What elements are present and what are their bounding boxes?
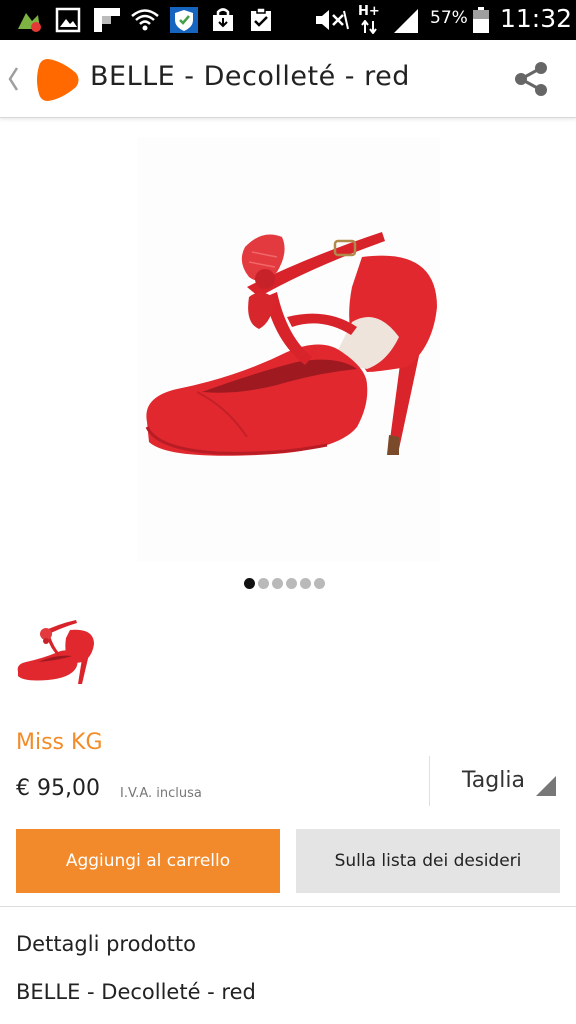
share-icon[interactable] (512, 60, 550, 98)
pager-dot[interactable] (272, 578, 283, 589)
product-price: € 95,00 (16, 776, 100, 801)
clipboard-check-icon (251, 7, 271, 31)
shield-icon (170, 7, 198, 33)
product-thumbnail[interactable] (12, 602, 96, 704)
network-type-label: H+ (358, 4, 380, 19)
data-arrows-icon (361, 20, 377, 34)
divider (429, 756, 430, 806)
pager-dot[interactable] (314, 578, 325, 589)
wishlist-label: Sulla lista dei desideri (334, 851, 522, 871)
size-selector[interactable]: Taglia (440, 760, 562, 804)
wishlist-button[interactable]: Sulla lista dei desideri (296, 829, 560, 893)
pager-dot[interactable] (300, 578, 311, 589)
app-notification-icon (18, 13, 41, 32)
brand-link[interactable]: Miss KG (16, 730, 103, 755)
divider (0, 906, 576, 907)
pager-dot[interactable] (258, 578, 269, 589)
size-selector-label: Taglia (462, 768, 525, 793)
zalando-logo[interactable] (34, 57, 82, 103)
page-title: BELLE - Decolleté - red (90, 61, 410, 92)
image-pager[interactable] (244, 578, 325, 592)
app-bar: BELLE - Decolleté - red (0, 40, 576, 118)
network-type-indicator: H+ (358, 4, 380, 36)
clock: 11:32 (500, 4, 573, 33)
chevron-left-icon[interactable] (6, 64, 20, 94)
product-image[interactable] (137, 137, 440, 562)
battery-icon (473, 7, 489, 33)
dropdown-corner-icon (536, 776, 556, 796)
flipboard-icon (94, 8, 120, 32)
add-to-cart-button[interactable]: Aggiungi al carrello (16, 829, 280, 893)
mute-icon (316, 10, 349, 30)
pager-dot[interactable] (244, 578, 255, 589)
pager-dot[interactable] (286, 578, 297, 589)
shopping-bag-icon (213, 8, 233, 31)
add-to-cart-label: Aggiungi al carrello (65, 851, 231, 871)
details-heading: Dettagli prodotto (16, 932, 196, 956)
vat-note: I.V.A. inclusa (120, 786, 202, 801)
status-bar: H+ 57% 11:32 (0, 0, 576, 40)
red-shoe-thumbnail (17, 620, 94, 684)
gallery-icon (55, 7, 81, 33)
signal-icon (394, 9, 418, 33)
battery-percent: 57% (430, 8, 468, 28)
red-shoe-image (145, 232, 437, 456)
details-product-name: BELLE - Decolleté - red (16, 980, 256, 1004)
wifi-icon (131, 9, 159, 31)
